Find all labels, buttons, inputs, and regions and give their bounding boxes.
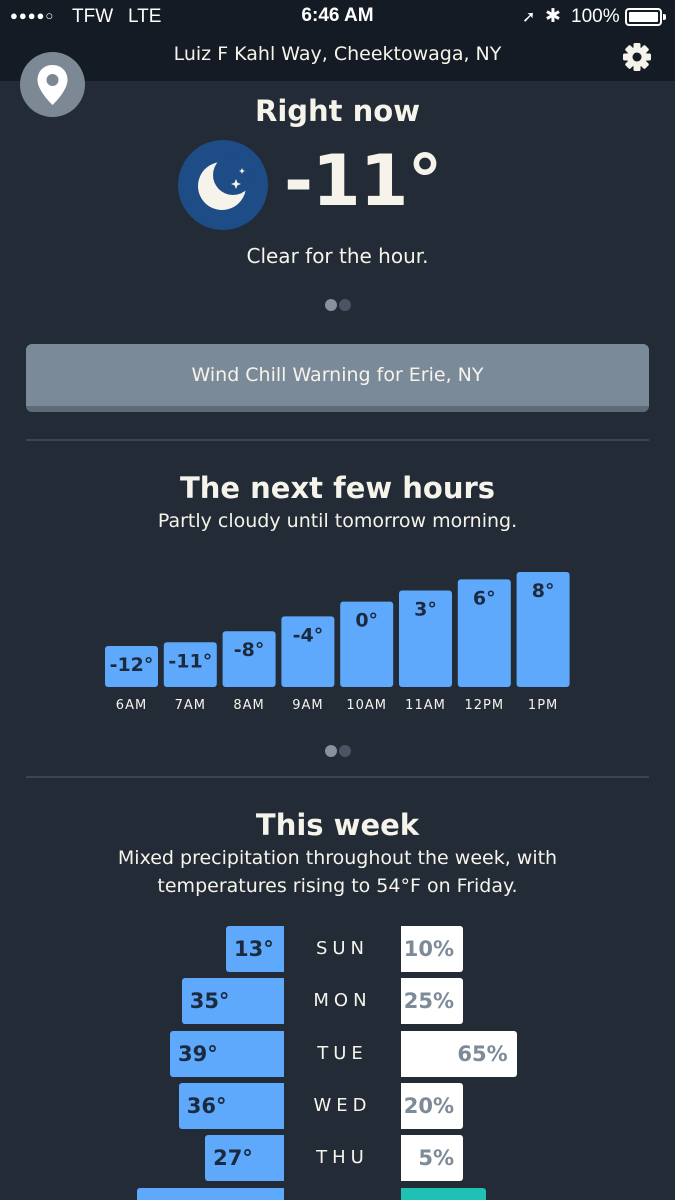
daily-day-label: SUN xyxy=(315,938,370,959)
daily-precipitation-bar: 65% xyxy=(401,1030,517,1077)
page-dot-active xyxy=(324,299,337,311)
gear-icon xyxy=(623,43,651,71)
daily-row-partial[interactable] xyxy=(0,1188,675,1200)
hourly-time-label: 8AM xyxy=(233,698,264,713)
daily-day-label: MON xyxy=(313,990,372,1012)
daily-row-thu[interactable]: 27° THU 5% xyxy=(0,1135,675,1182)
daily-precipitation-bar: 5% xyxy=(401,1135,463,1182)
page-dot-active xyxy=(324,745,337,757)
settings-button[interactable] xyxy=(618,38,656,76)
battery-percentage: 100% xyxy=(571,6,620,27)
hourly-temp-label: 8° xyxy=(532,580,555,602)
page-dot xyxy=(338,299,351,311)
hourly-temp-label: 3° xyxy=(414,599,437,621)
daily-precipitation-bar: 10% xyxy=(401,926,463,972)
daily-temperature-bar: 36° xyxy=(178,1082,284,1129)
hourly-temp-label: 6° xyxy=(473,587,496,609)
daily-precipitation-bar: 25% xyxy=(401,978,463,1025)
daily-day-label: THU xyxy=(316,1147,369,1169)
daily-temperature-bar xyxy=(137,1188,284,1200)
hourly-time-label: 11AM xyxy=(405,698,446,713)
current-title: Right now xyxy=(255,94,420,128)
location-services-icon: ➚ xyxy=(522,9,536,26)
hourly-page-indicator[interactable] xyxy=(0,742,675,757)
weekly-summary-line-2: temperatures rising to 54°F on Friday. xyxy=(157,875,518,897)
daily-day-label: TUE xyxy=(317,1042,368,1064)
section-divider xyxy=(26,776,649,778)
hourly-temperature-chart: -12° 6AM -11° 7AM -8° 8AM -4° 9AM 0° 10AM 3° 11AM 6°… xyxy=(105,572,570,713)
network-type: LTE xyxy=(128,6,162,27)
daily-row-sun[interactable]: 13° SUN 10% xyxy=(0,926,675,972)
carrier-name: TFW xyxy=(72,6,114,27)
clear-night-moon-icon xyxy=(198,155,253,210)
hourly-temp-label: -4° xyxy=(293,624,324,646)
daily-precipitation-bar xyxy=(401,1188,486,1200)
hourly-time-label: 10AM xyxy=(346,698,387,713)
section-divider xyxy=(26,439,649,441)
daily-day-label: WED xyxy=(313,1094,372,1116)
current-summary: Clear for the hour. xyxy=(246,244,429,268)
daily-temperature-bar: 35° xyxy=(181,978,284,1025)
daily-row-mon[interactable]: 35° MON 25% xyxy=(0,978,675,1025)
page-indicator[interactable] xyxy=(0,296,675,311)
page-dot xyxy=(338,745,351,757)
location-header: Luiz F Kahl Way, Cheektowaga, NY xyxy=(0,33,675,81)
hourly-summary: Partly cloudy until tomorrow morning. xyxy=(157,510,518,532)
daily-temperature-bar: 39° xyxy=(170,1030,284,1077)
hourly-time-label: 12PM xyxy=(464,698,504,713)
hourly-time-label: 7AM xyxy=(175,698,206,713)
weekly-summary-line-1: Mixed precipitation throughout the week,… xyxy=(117,847,558,869)
hourly-temp-label: -11° xyxy=(168,650,212,672)
current-temperature: -11° xyxy=(284,140,442,222)
hourly-temp-label: 0° xyxy=(355,610,378,632)
signal-strength-icon: ●●●●○ xyxy=(10,8,55,23)
status-bar: ●●●●○ TFW LTE 6:46 AM ➚ ✱ 100% xyxy=(0,0,675,33)
weekly-title: This week xyxy=(255,808,420,842)
hourly-title: The next few hours xyxy=(179,471,496,505)
daily-temperature-bar: 27° xyxy=(205,1135,284,1182)
hourly-time-label: 9AM xyxy=(292,698,323,713)
daily-row-wed[interactable]: 36° WED 20% xyxy=(0,1082,675,1129)
daily-row-tue[interactable]: 39° TUE 65% xyxy=(0,1030,675,1077)
hourly-temp-label: -8° xyxy=(234,639,265,661)
current-condition-badge xyxy=(178,140,268,230)
location-name[interactable]: Luiz F Kahl Way, Cheektowaga, NY xyxy=(0,43,675,65)
daily-temperature-bar: 13° xyxy=(226,926,284,972)
hourly-time-label: 6AM xyxy=(116,698,147,713)
weather-alert-button[interactable]: Wind Chill Warning for Erie, NY xyxy=(26,344,649,412)
hourly-time-label: 1PM xyxy=(528,698,558,713)
bluetooth-icon: ✱ xyxy=(545,6,561,27)
daily-precipitation-bar: 20% xyxy=(401,1082,463,1129)
battery-icon xyxy=(625,8,666,26)
hourly-temp-label: -12° xyxy=(110,654,154,676)
